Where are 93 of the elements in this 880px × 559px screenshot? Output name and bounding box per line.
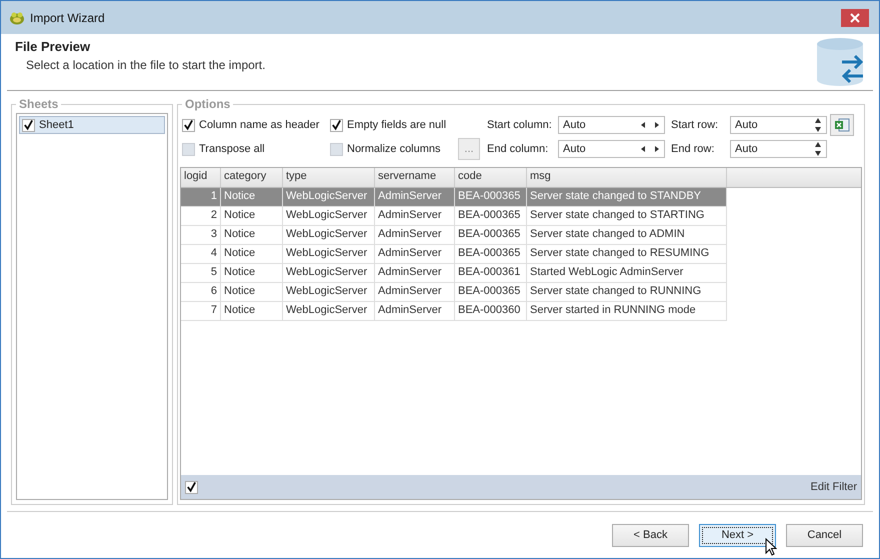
table-cell: BEA-000365 <box>455 283 527 302</box>
table-row[interactable]: 4 Notice WebLogicServer AdminServer BEA-000365 Server state changed to RESUMING <box>181 245 861 264</box>
table-cell: AdminServer <box>375 207 455 226</box>
checkbox[interactable] <box>185 480 198 494</box>
close-icon <box>850 12 860 22</box>
table-cell: WebLogicServer <box>283 283 375 302</box>
column-header[interactable]: servername <box>375 168 455 187</box>
table-cell: Server state changed to STARTING <box>527 207 727 226</box>
spin-field[interactable]: Auto <box>730 116 827 134</box>
table-cell: WebLogicServer <box>283 226 375 245</box>
field-label: Start column: <box>486 119 553 131</box>
table-cell: BEA-000360 <box>455 302 527 321</box>
table-cell: 2 <box>181 207 221 226</box>
close-button[interactable] <box>841 8 869 26</box>
mouse-pointer-icon <box>765 538 777 556</box>
table-cell: Started WebLogic AdminServer <box>527 264 727 283</box>
page-title: File Preview <box>15 39 92 54</box>
table-cell: BEA-000365 <box>455 188 527 207</box>
checkbox-label: Empty fields are null <box>347 119 446 131</box>
field-label: Start row: <box>670 119 720 131</box>
table-cell: Notice <box>221 245 283 264</box>
checkbox[interactable] <box>22 118 35 132</box>
spin-field[interactable]: Auto <box>730 140 827 158</box>
column-header[interactable]: msg <box>527 168 727 187</box>
table-row[interactable]: 2 Notice WebLogicServer AdminServer BEA-000365 Server state changed to STARTING <box>181 207 861 226</box>
checkbox[interactable] <box>182 118 195 132</box>
column-header[interactable]: code <box>455 168 527 187</box>
checkbox[interactable] <box>330 118 343 132</box>
table-row[interactable]: 7 Notice WebLogicServer AdminServer BEA-000360 Server started in RUNNING mode <box>181 302 861 321</box>
table-cell: WebLogicServer <box>283 264 375 283</box>
up-down-arrows-icon <box>814 141 822 157</box>
checkbox-label: Transpose all <box>199 143 265 155</box>
column-header[interactable]: type <box>283 168 375 187</box>
edit-filter-link[interactable]: Edit Filter <box>810 481 857 493</box>
spreadsheet-button[interactable] <box>830 114 854 136</box>
up-down-arrows-icon <box>814 117 822 133</box>
table-cell: WebLogicServer <box>283 188 375 207</box>
sheet-item[interactable]: Sheet1 <box>19 116 165 134</box>
table-cell: 5 <box>181 264 221 283</box>
frog-icon <box>9 10 25 26</box>
field-label: End row: <box>670 143 716 155</box>
table-cell: 7 <box>181 302 221 321</box>
dialog-button[interactable]: Cancel <box>786 524 863 546</box>
table-cell: Notice <box>221 188 283 207</box>
panel-title: Sheets <box>18 97 60 111</box>
page-subtitle: Select a location in the file to start the import. <box>26 58 266 72</box>
spreadsheet-icon <box>834 117 850 133</box>
table-cell: AdminServer <box>375 302 455 321</box>
table-cell: BEA-000365 <box>455 226 527 245</box>
table-cell: Server state changed to RUNNING <box>527 283 727 302</box>
table-cell: 4 <box>181 245 221 264</box>
table-cell: Notice <box>221 264 283 283</box>
checkbox[interactable] <box>330 142 343 156</box>
table-cell: WebLogicServer <box>283 207 375 226</box>
spin-field[interactable]: Auto <box>558 140 665 158</box>
table-cell: 6 <box>181 283 221 302</box>
table-cell: Server state changed to RESUMING <box>527 245 727 264</box>
database-transfer-icon <box>815 36 865 88</box>
checkbox-label: Column name as header <box>199 119 320 131</box>
table-cell: Server state changed to ADMIN <box>527 226 727 245</box>
table-cell: Notice <box>221 302 283 321</box>
table-cell: AdminServer <box>375 264 455 283</box>
table-cell: 1 <box>181 188 221 207</box>
panel-title: Options <box>184 97 232 111</box>
checkbox[interactable] <box>182 142 195 156</box>
table-row[interactable]: 6 Notice WebLogicServer AdminServer BEA-000365 Server state changed to RUNNING <box>181 283 861 302</box>
dialog-button[interactable]: Next > <box>699 524 776 546</box>
field-label: End column: <box>486 143 550 155</box>
dialog-button[interactable]: < Back <box>612 524 689 546</box>
window-title: Import Wizard <box>30 10 106 24</box>
table-cell: Notice <box>221 207 283 226</box>
table-cell: AdminServer <box>375 226 455 245</box>
table-cell: AdminServer <box>375 245 455 264</box>
table-cell: BEA-000365 <box>455 245 527 264</box>
table-cell: BEA-000361 <box>455 264 527 283</box>
column-header[interactable]: category <box>221 168 283 187</box>
table-cell: Notice <box>221 226 283 245</box>
table-cell: Server started in RUNNING mode <box>527 302 727 321</box>
table-row[interactable]: 3 Notice WebLogicServer AdminServer BEA-000365 Server state changed to ADMIN <box>181 226 861 245</box>
table-cell: Server state changed to STANDBY <box>527 188 727 207</box>
checkbox-label: Normalize columns <box>347 143 441 155</box>
table-cell: WebLogicServer <box>283 302 375 321</box>
table-cell: WebLogicServer <box>283 245 375 264</box>
left-right-arrows-icon <box>640 145 660 153</box>
table-cell: BEA-000365 <box>455 207 527 226</box>
left-right-arrows-icon <box>640 121 660 129</box>
column-header[interactable]: logid <box>181 168 221 187</box>
table-cell: 3 <box>181 226 221 245</box>
table-cell: Notice <box>221 283 283 302</box>
table-cell: AdminServer <box>375 188 455 207</box>
table-cell: AdminServer <box>375 283 455 302</box>
table-row[interactable]: 5 Notice WebLogicServer AdminServer BEA-000361 Started WebLogic AdminServer <box>181 264 861 283</box>
spin-field[interactable]: Auto <box>558 116 665 134</box>
